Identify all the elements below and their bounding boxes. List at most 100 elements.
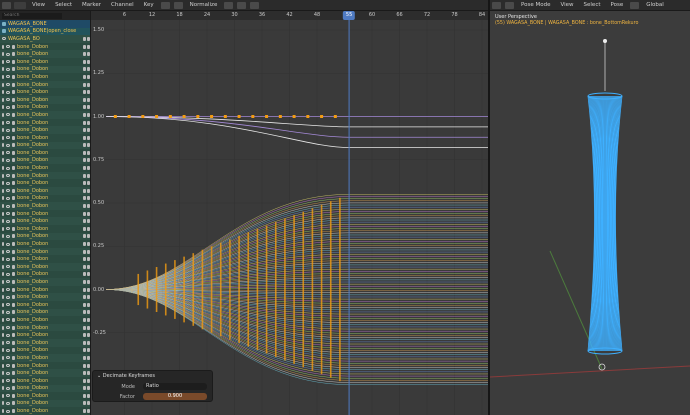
- channel-toggles[interactable]: [83, 90, 90, 95]
- expand-arrow-icon[interactable]: [2, 219, 4, 224]
- expand-arrow-icon[interactable]: [2, 317, 4, 322]
- wrench-icon[interactable]: [12, 143, 15, 148]
- wrench-icon[interactable]: [12, 181, 15, 186]
- eye-icon[interactable]: [6, 143, 10, 147]
- channel-bone-row[interactable]: bone_Dobon: [0, 225, 90, 233]
- 3d-viewport[interactable]: Pose Mode View Select Pose Global User P…: [490, 0, 690, 415]
- eye-icon[interactable]: [6, 83, 10, 87]
- channel-toggles[interactable]: [83, 181, 90, 186]
- channel-bone-row[interactable]: bone_Dobon: [0, 164, 90, 172]
- channel-toggles[interactable]: [83, 249, 90, 254]
- expand-arrow-icon[interactable]: [2, 272, 4, 277]
- expand-arrow-icon[interactable]: [2, 188, 4, 193]
- channel-bone-row[interactable]: bone_Dobon: [0, 308, 90, 317]
- wrench-icon[interactable]: [12, 67, 15, 72]
- channel-bone-row[interactable]: bone_Dobon: [0, 202, 90, 210]
- wrench-icon[interactable]: [12, 135, 15, 140]
- editor-type-icon[interactable]: [492, 1, 501, 9]
- expand-arrow-icon[interactable]: [2, 173, 4, 178]
- channel-toggles[interactable]: [83, 59, 90, 64]
- wrench-icon[interactable]: [12, 105, 15, 110]
- editor-type-dropdown[interactable]: [14, 1, 26, 9]
- channel-toggles[interactable]: [83, 317, 90, 322]
- wrench-icon[interactable]: [12, 378, 15, 383]
- channel-bone-row[interactable]: bone_Dobon: [0, 346, 90, 355]
- channel-bone-row[interactable]: bone_Dobon: [0, 50, 90, 58]
- wrench-icon[interactable]: [12, 120, 15, 125]
- channel-bone-row[interactable]: bone_Dobon: [0, 255, 90, 263]
- channel-bone-row[interactable]: bone_Dobon: [0, 300, 90, 309]
- wrench-icon[interactable]: [12, 317, 15, 322]
- expand-arrow-icon[interactable]: [2, 196, 4, 201]
- eye-icon[interactable]: [6, 386, 10, 390]
- channel-action-child-row[interactable]: WAGASA_BO: [0, 35, 90, 43]
- wrench-icon[interactable]: [12, 325, 15, 330]
- channel-toggles[interactable]: [83, 279, 90, 284]
- channel-bone-row[interactable]: bone_Dobon: [0, 65, 90, 74]
- eye-icon[interactable]: [2, 37, 6, 41]
- menu-view[interactable]: View: [27, 2, 50, 8]
- channel-toggles[interactable]: [83, 340, 90, 345]
- channel-toggles[interactable]: [83, 128, 90, 133]
- playhead-frame-indicator[interactable]: 55: [342, 11, 356, 20]
- eye-icon[interactable]: [6, 409, 10, 413]
- wrench-icon[interactable]: [12, 204, 15, 209]
- eye-icon[interactable]: [6, 341, 10, 345]
- expand-arrow-icon[interactable]: [2, 204, 4, 209]
- expand-arrow-icon[interactable]: [2, 264, 4, 269]
- channel-toggles[interactable]: [83, 158, 90, 163]
- channel-toggles[interactable]: [83, 272, 90, 277]
- channel-toggles[interactable]: [83, 257, 90, 262]
- expand-arrow-icon[interactable]: [2, 279, 4, 284]
- eye-icon[interactable]: [6, 227, 10, 231]
- expand-arrow-icon[interactable]: [2, 234, 4, 239]
- channel-toggles[interactable]: [83, 348, 90, 353]
- eye-icon[interactable]: [6, 364, 10, 368]
- eye-icon[interactable]: [6, 379, 10, 383]
- eye-icon[interactable]: [6, 151, 10, 155]
- channel-bone-row[interactable]: bone_Dobon: [0, 247, 90, 256]
- eye-icon[interactable]: [6, 90, 10, 94]
- eye-icon[interactable]: [6, 136, 10, 140]
- channel-toggles[interactable]: [83, 242, 90, 247]
- channel-bone-row[interactable]: bone_Dobon: [0, 338, 90, 347]
- channel-toggles[interactable]: [83, 74, 90, 79]
- eye-icon[interactable]: [6, 280, 10, 284]
- expand-arrow-icon[interactable]: [2, 128, 4, 133]
- eye-icon[interactable]: [6, 288, 10, 292]
- channel-bone-row[interactable]: bone_Dobon: [0, 80, 90, 89]
- menu-pose[interactable]: Pose: [606, 2, 629, 8]
- eye-icon[interactable]: [6, 371, 10, 375]
- channel-bone-row[interactable]: bone_Dobon: [0, 354, 90, 362]
- channel-toggles[interactable]: [83, 401, 90, 406]
- expand-arrow-icon[interactable]: [2, 355, 4, 360]
- eye-icon[interactable]: [6, 394, 10, 398]
- channel-toggles[interactable]: [83, 173, 90, 178]
- channel-bone-row[interactable]: bone_Dobon: [0, 285, 90, 294]
- channel-toggles[interactable]: [83, 409, 90, 414]
- menu-marker[interactable]: Marker: [77, 2, 106, 8]
- wrench-icon[interactable]: [12, 44, 15, 49]
- channel-toggles[interactable]: [83, 302, 90, 307]
- eye-icon[interactable]: [6, 128, 10, 132]
- wrench-icon[interactable]: [12, 234, 15, 239]
- channel-toggles[interactable]: [83, 52, 90, 57]
- channel-toggles[interactable]: [83, 44, 90, 49]
- channel-toggles[interactable]: [83, 97, 90, 102]
- channel-toggles[interactable]: [83, 393, 90, 398]
- channel-bone-row[interactable]: bone_Dobon: [0, 278, 90, 286]
- orientation-dropdown[interactable]: Global: [641, 2, 669, 8]
- channel-bone-row[interactable]: bone_Dobon: [0, 179, 90, 188]
- channel-toggles[interactable]: [83, 36, 90, 41]
- eye-icon[interactable]: [6, 272, 10, 276]
- mode-dropdown[interactable]: Ratio: [143, 383, 207, 390]
- expand-arrow-icon[interactable]: [2, 242, 4, 247]
- eye-icon[interactable]: [6, 98, 10, 102]
- expand-arrow-icon[interactable]: [2, 371, 4, 376]
- wrench-icon[interactable]: [12, 279, 15, 284]
- expand-arrow-icon[interactable]: [2, 287, 4, 292]
- channel-bone-row[interactable]: bone_Dobon: [0, 376, 90, 385]
- eye-icon[interactable]: [6, 310, 10, 314]
- expand-arrow-icon[interactable]: [2, 181, 4, 186]
- channel-toggles[interactable]: [83, 112, 90, 117]
